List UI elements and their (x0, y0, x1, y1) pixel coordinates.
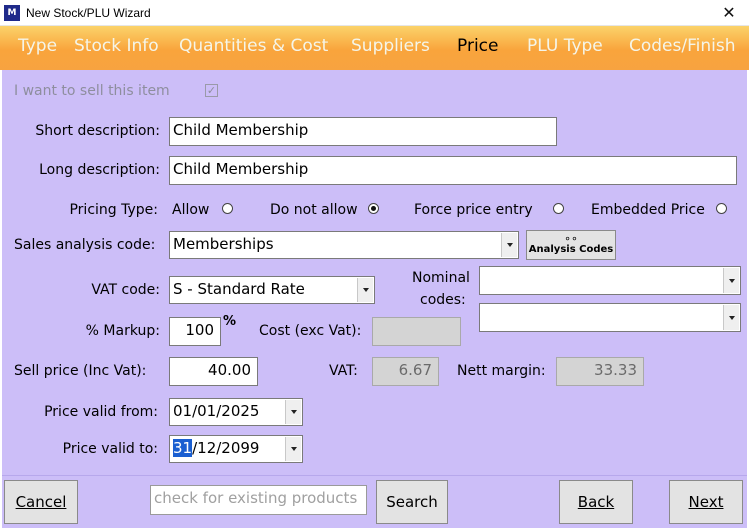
pricing-allow-radio[interactable] (222, 203, 233, 214)
nett-margin-label: Nett margin: (457, 363, 546, 379)
nominal-codes-label-1: Nominal (412, 270, 470, 286)
vat-code-select[interactable]: S - Standard Rate (169, 276, 375, 304)
cancel-label: Cancel (15, 493, 67, 511)
search-button[interactable]: Search (376, 480, 448, 524)
markup-input[interactable]: 100 (169, 317, 221, 346)
cancel-button[interactable]: Cancel (4, 480, 78, 524)
sell-price-input[interactable]: 40.00 (169, 357, 258, 386)
sell-price-label: Sell price (Inc Vat): (14, 363, 147, 379)
sales-analysis-code-select[interactable]: Memberships (169, 231, 519, 259)
pricing-embedded-radio[interactable] (716, 203, 727, 214)
wizard-tab-bar: Type Stock Info Quantities & Cost Suppli… (0, 26, 749, 70)
sales-analysis-code-value: Memberships (173, 235, 274, 253)
chevron-down-icon (357, 278, 373, 302)
chevron-down-icon (501, 233, 517, 257)
nominal-codes-label-2: codes: (420, 292, 466, 308)
price-valid-from-value: 01/01/2025 (173, 402, 260, 420)
pricing-do-not-allow-radio[interactable] (368, 203, 379, 214)
sales-analysis-code-label: Sales analysis code: (14, 237, 156, 253)
tab-price[interactable]: Price (457, 36, 498, 56)
sell-item-checkbox[interactable]: ✓ (205, 84, 218, 97)
chevron-down-icon (723, 305, 739, 330)
pricing-force-entry-label: Force price entry (414, 202, 533, 218)
title-bar: M New Stock/PLU Wizard ✕ (0, 0, 749, 26)
glasses-icon: ∘∘ (564, 232, 578, 245)
long-description-input[interactable]: Child Membership (169, 156, 737, 185)
pricing-type-label: Pricing Type: (69, 202, 158, 218)
tab-plu-type[interactable]: PLU Type (527, 36, 603, 56)
pricing-force-entry-radio[interactable] (553, 203, 564, 214)
pricing-do-not-allow-label: Do not allow (270, 202, 358, 218)
app-icon: M (4, 5, 20, 21)
cost-label: Cost (exc Vat): (259, 323, 362, 339)
price-valid-from-picker[interactable]: 01/01/2025 (169, 398, 303, 426)
back-label: Back (577, 493, 615, 511)
next-button[interactable]: Next (669, 480, 743, 524)
vat-code-value: S - Standard Rate (173, 280, 305, 298)
vat-output: 6.67 (372, 357, 439, 386)
chevron-down-icon (723, 268, 739, 293)
sell-item-label: I want to sell this item (14, 83, 170, 99)
pricing-allow-label: Allow (172, 202, 210, 218)
nett-margin-output: 33.33 (556, 357, 644, 386)
price-valid-to-picker[interactable]: 31/12/2099 (169, 435, 303, 463)
price-valid-to-label: Price valid to: (62, 441, 158, 457)
vat-code-label: VAT code: (91, 282, 160, 298)
short-description-label: Short description: (35, 123, 160, 139)
chevron-down-icon (285, 400, 301, 424)
long-description-label: Long description: (39, 162, 160, 178)
back-button[interactable]: Back (559, 480, 633, 524)
analysis-codes-button[interactable]: ∘∘ Analysis Codes (526, 230, 616, 260)
vat-label: VAT: (329, 363, 358, 379)
wizard-footer: Cancel check for existing products Searc… (2, 475, 747, 528)
tab-type[interactable]: Type (18, 36, 57, 56)
tab-codes-finish[interactable]: Codes/Finish (629, 36, 736, 56)
percent-symbol: % (223, 314, 237, 329)
tab-suppliers[interactable]: Suppliers (351, 36, 430, 56)
analysis-codes-label: Analysis Codes (528, 244, 614, 255)
pricing-embedded-label: Embedded Price (591, 202, 705, 218)
chevron-down-icon (285, 437, 301, 461)
close-icon[interactable]: ✕ (717, 2, 741, 24)
price-valid-from-label: Price valid from: (44, 404, 158, 420)
nominal-code-select-1[interactable] (479, 266, 741, 295)
next-label: Next (688, 493, 724, 511)
cost-input (372, 317, 461, 346)
window-title: New Stock/PLU Wizard (26, 6, 151, 20)
price-form-panel: I want to sell this item ✓ Short descrip… (2, 70, 747, 475)
price-valid-to-day-selected: 31 (173, 439, 193, 457)
tab-stock-info[interactable]: Stock Info (74, 36, 159, 56)
search-existing-input[interactable]: check for existing products (150, 485, 367, 515)
tab-quantities-cost[interactable]: Quantities & Cost (179, 36, 328, 56)
markup-label: % Markup: (85, 323, 160, 339)
price-valid-to-rest: /12/2099 (192, 439, 260, 457)
nominal-code-select-2[interactable] (479, 303, 741, 332)
short-description-input[interactable]: Child Membership (169, 117, 557, 146)
